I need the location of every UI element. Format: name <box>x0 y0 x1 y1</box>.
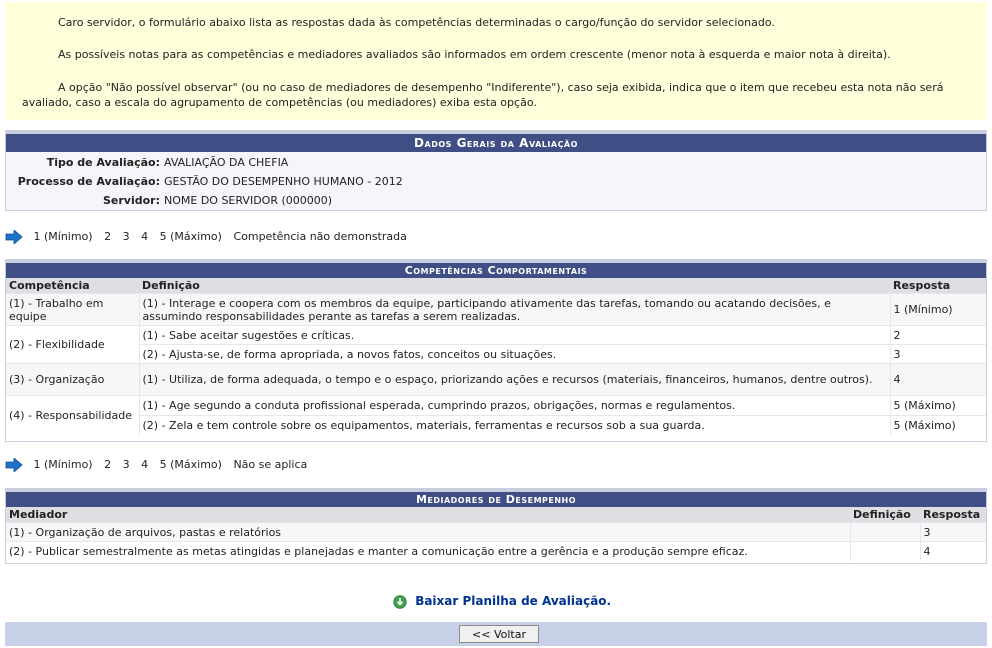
evaluation-type-row: Tipo de Avaliação: AVALIAÇÃO DA CHEFIA <box>6 153 986 172</box>
download-spreadsheet-link[interactable]: Baixar Planilha de Avaliação. <box>393 592 611 610</box>
table-row: (2) - Flexibilidade (1) - Sabe aceitar s… <box>6 325 986 364</box>
mediator-definition <box>850 541 921 561</box>
competency-answer: 1 (Mínimo) <box>890 293 986 326</box>
evaluation-type-value: AVALIAÇÃO DA CHEFIA <box>164 156 289 169</box>
scale-item: 1 (Mínimo) <box>33 230 93 243</box>
competency-answer: 4 <box>890 363 986 396</box>
behavioral-competencies-panel: Competências Comportamentais Competência… <box>5 259 987 442</box>
scale-item: 5 (Máximo) <box>159 458 222 471</box>
scale-item: 4 <box>141 458 149 471</box>
notice-paragraph-2: As possíveis notas para as competências … <box>58 48 891 61</box>
scale-item: Não se aplica <box>233 458 308 471</box>
mediator-name: (2) - Publicar semestralmente as metas a… <box>6 541 851 561</box>
scale-item: Competência não demonstrada <box>233 230 407 243</box>
arrow-right-icon <box>5 458 23 472</box>
competency-name: (2) - Flexibilidade <box>6 325 140 364</box>
scale-item: 4 <box>141 230 149 243</box>
table-row: (4) - Responsabilidade (1) - Age segundo… <box>6 395 986 436</box>
mediator-scale-legend: 1 (Mínimo) 2 3 4 5 (Máximo) Não se aplic… <box>5 457 315 473</box>
competency-scale-legend: 1 (Mínimo) 2 3 4 5 (Máximo) Competência … <box>5 229 415 245</box>
evaluation-process-label: Processo de Avaliação: <box>17 175 160 188</box>
notice-paragraph-3: A opção "Não possível observar" (ou no c… <box>22 81 944 109</box>
scale-item: 2 <box>104 458 112 471</box>
table-row: (1) - Trabalho em equipe (1) - Interage … <box>6 293 986 326</box>
scale-item: 5 (Máximo) <box>159 230 222 243</box>
table-row: (2) - Ajusta-se, de forma apropriada, a … <box>6 344 986 364</box>
competencies-title: Competências Comportamentais <box>6 260 986 278</box>
header-resposta: Resposta <box>890 278 986 294</box>
arrow-right-icon <box>5 230 23 244</box>
competency-definition: (1) - Sabe aceitar sugestões e críticas. <box>139 325 891 345</box>
mediators-table: Mediador Definição Resposta (1) - Organi… <box>6 507 986 561</box>
competencies-table: Competência Definição Resposta (1) - Tra… <box>6 278 986 436</box>
download-icon <box>393 594 407 609</box>
evaluation-type-label: Tipo de Avaliação: <box>46 156 160 169</box>
header-resposta: Resposta <box>920 507 986 523</box>
competency-answer: 3 <box>890 344 986 364</box>
scale-item: 3 <box>122 458 130 471</box>
scale-item: 2 <box>104 230 112 243</box>
competency-definition: (1) - Utiliza, de forma adequada, o temp… <box>139 363 891 396</box>
scale-item: 3 <box>122 230 130 243</box>
evaluation-process-value: GESTÃO DO DESEMPENHO HUMANO - 2012 <box>164 175 403 188</box>
competency-definition: (2) - Ajusta-se, de forma apropriada, a … <box>139 344 891 364</box>
notice-paragraph-1: Caro servidor, o formulário abaixo lista… <box>58 16 775 29</box>
servant-value: NOME DO SERVIDOR (000000) <box>164 194 333 207</box>
table-row: (1) - Organização de arquivos, pastas e … <box>6 522 986 542</box>
mediators-title: Mediadores de Desempenho <box>6 489 986 507</box>
mediator-answer: 3 <box>920 522 986 542</box>
instructions-notice: Caro servidor, o formulário abaixo lista… <box>5 2 987 120</box>
header-mediador: Mediador <box>6 507 850 523</box>
servant-label: Servidor: <box>102 194 160 207</box>
competency-definition: (1) - Interage e coopera com os membros … <box>139 293 891 326</box>
table-row: (2) - Zela e tem controle sobre os equip… <box>6 415 986 436</box>
mediator-name: (1) - Organização de arquivos, pastas e … <box>6 522 851 542</box>
table-row: (2) - Publicar semestralmente as metas a… <box>6 541 986 561</box>
table-row: (3) - Organização (1) - Utiliza, de form… <box>6 363 986 396</box>
servant-row: Servidor: NOME DO SERVIDOR (000000) <box>6 191 986 210</box>
competency-answer: 2 <box>890 325 986 345</box>
general-data-title: Dados Gerais da Avaliação <box>6 131 986 152</box>
competency-answer: 5 (Máximo) <box>890 395 986 416</box>
general-data-panel: Dados Gerais da Avaliação Tipo de Avalia… <box>5 130 987 211</box>
footer-bar: << Voltar <box>5 622 987 646</box>
competency-name: (4) - Responsabilidade <box>6 395 140 436</box>
competency-definition: (2) - Zela e tem controle sobre os equip… <box>139 415 891 436</box>
competency-name: (1) - Trabalho em equipe <box>6 293 140 326</box>
performance-mediators-panel: Mediadores de Desempenho Mediador Defini… <box>5 488 987 564</box>
header-competencia: Competência <box>6 278 139 294</box>
header-definicao: Definição <box>139 278 890 294</box>
competency-definition: (1) - Age segundo a conduta profissional… <box>139 395 891 416</box>
mediator-answer: 4 <box>920 541 986 561</box>
back-button[interactable]: << Voltar <box>459 625 539 643</box>
competency-name: (3) - Organização <box>6 363 140 396</box>
header-definicao: Definição <box>850 507 920 523</box>
scale-item: 1 (Mínimo) <box>33 458 93 471</box>
evaluation-process-row: Processo de Avaliação: GESTÃO DO DESEMPE… <box>6 172 986 191</box>
mediator-definition <box>850 522 921 542</box>
competency-answer: 5 (Máximo) <box>890 415 986 436</box>
download-label[interactable]: Baixar Planilha de Avaliação. <box>415 594 611 608</box>
